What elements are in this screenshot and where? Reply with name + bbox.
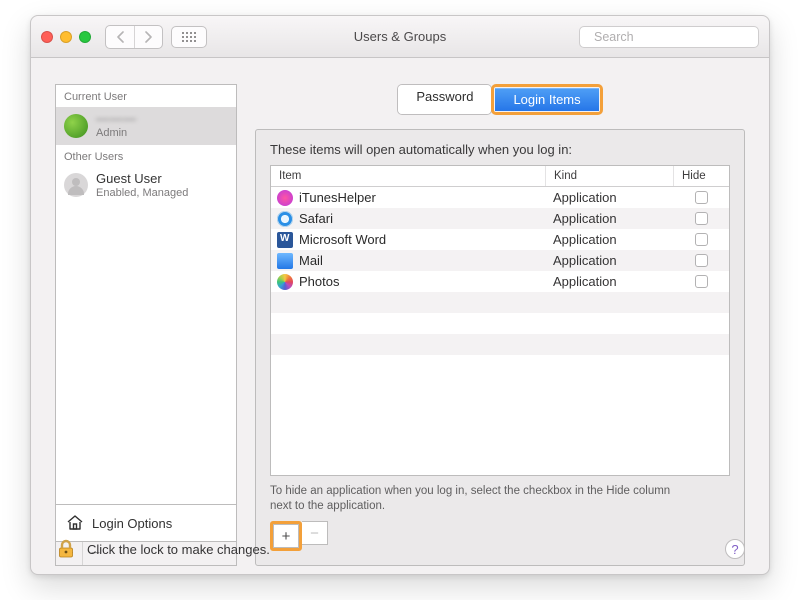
word-app-icon: W (277, 232, 293, 248)
house-icon (66, 514, 84, 532)
current-user-header: Current User (56, 85, 236, 107)
table-body: iTunesHelper Application Safari Application… (271, 187, 729, 475)
item-kind: Application (545, 253, 673, 268)
tab-login-items-highlight: Login Items (491, 84, 602, 115)
user-row-guest[interactable]: Guest User Enabled, Managed (56, 167, 236, 205)
user-role-label: Enabled, Managed (96, 187, 188, 200)
item-kind: Application (545, 211, 673, 226)
item-kind: Application (545, 274, 673, 289)
item-kind: Application (545, 190, 673, 205)
item-kind: Application (545, 232, 673, 247)
table-row[interactable]: W Microsoft Word Application (271, 229, 729, 250)
user-name-label: ——— (96, 112, 137, 127)
table-row (271, 334, 729, 355)
close-window-button[interactable] (41, 31, 53, 43)
sidebar: Current User ——— Admin Other Users Guest… (55, 84, 237, 566)
titlebar: Users & Groups (31, 16, 769, 58)
photos-app-icon (277, 274, 293, 290)
itunes-app-icon (277, 190, 293, 206)
login-items-panel: These items will open automatically when… (255, 129, 745, 566)
user-role-label: Admin (96, 127, 137, 140)
hide-checkbox[interactable] (695, 191, 708, 204)
table-row (271, 355, 729, 376)
body: Current User ——— Admin Other Users Guest… (31, 58, 769, 574)
zoom-window-button[interactable] (79, 31, 91, 43)
item-name: iTunesHelper (299, 190, 376, 205)
table-row[interactable]: Photos Application (271, 271, 729, 292)
search-input[interactable] (594, 30, 755, 44)
hide-checkbox[interactable] (695, 254, 708, 267)
user-name-label: Guest User (96, 172, 188, 187)
nav-back-forward (105, 25, 163, 49)
tab-password[interactable]: Password (398, 85, 491, 114)
item-name: Safari (299, 211, 333, 226)
tabs: Password Login Items (255, 84, 745, 115)
help-button[interactable]: ? (725, 539, 745, 559)
table-row[interactable]: Mail Application (271, 250, 729, 271)
lock-icon[interactable] (55, 538, 77, 560)
safari-app-icon (277, 211, 293, 227)
table-row[interactable]: Safari Application (271, 208, 729, 229)
table-row (271, 313, 729, 334)
user-avatar-icon (64, 114, 88, 138)
other-users-header: Other Users (56, 145, 236, 167)
login-options-label: Login Options (92, 516, 172, 531)
item-name: Mail (299, 253, 323, 268)
table-row (271, 292, 729, 313)
user-row-current[interactable]: ——— Admin (56, 107, 236, 145)
main-area: Password Login Items These items will op… (255, 84, 745, 566)
footer: Click the lock to make changes. ? (55, 538, 745, 560)
tab-login-items[interactable]: Login Items (495, 88, 598, 111)
item-name: Photos (299, 274, 339, 289)
nav-forward-button[interactable] (134, 26, 162, 48)
guest-avatar-icon (64, 173, 88, 197)
hide-checkbox[interactable] (695, 233, 708, 246)
window-controls (41, 31, 91, 43)
col-item[interactable]: Item (271, 166, 545, 186)
hide-hint-text: To hide an application when you log in, … (270, 484, 690, 515)
col-hide[interactable]: Hide (673, 166, 729, 186)
col-kind[interactable]: Kind (545, 166, 673, 186)
search-field[interactable] (579, 26, 759, 48)
table-row[interactable]: iTunesHelper Application (271, 187, 729, 208)
hide-checkbox[interactable] (695, 212, 708, 225)
minimize-window-button[interactable] (60, 31, 72, 43)
login-items-table: Item Kind Hide iTunesHelperApplicationSa… (270, 165, 730, 476)
show-all-prefs-button[interactable] (171, 26, 207, 48)
login-options-button[interactable]: Login Options (56, 504, 236, 541)
nav-back-button[interactable] (106, 26, 134, 48)
table-header: Item Kind Hide (271, 166, 729, 187)
lock-text: Click the lock to make changes. (87, 542, 270, 557)
item-name: Microsoft Word (299, 232, 386, 247)
hide-checkbox[interactable] (695, 275, 708, 288)
prefs-window: Users & Groups Current User ——— Admin Ot… (30, 15, 770, 575)
mail-app-icon (277, 253, 293, 269)
users-list: Current User ——— Admin Other Users Guest… (55, 84, 237, 542)
panel-title: These items will open automatically when… (270, 142, 730, 157)
